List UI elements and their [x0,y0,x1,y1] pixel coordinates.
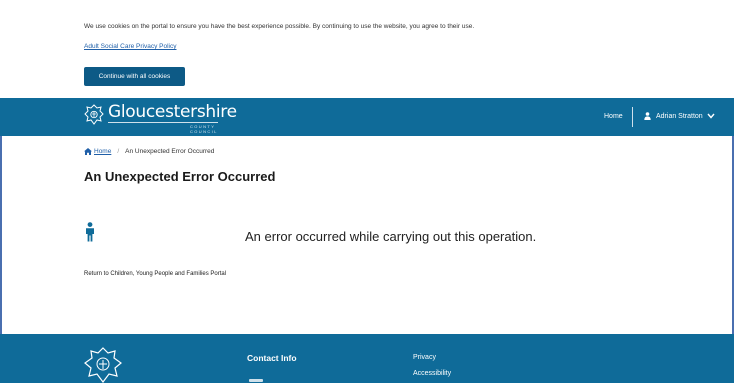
contact-icon [249,379,263,382]
breadcrumb-home-link[interactable]: Home [84,148,111,155]
cookie-banner: We use cookies on the portal to ensure y… [0,0,734,98]
logo-wordmark: Gloucestershire [108,102,237,122]
site-header: Gloucestershire COUNTY COUNCIL [0,98,734,136]
council-crest-icon [84,347,122,383]
breadcrumb-current: An Unexpected Error Occurred [125,148,215,155]
chevron-down-icon [707,113,715,119]
footer-privacy-link[interactable]: Privacy [413,354,436,361]
user-name: Adrian Stratton [656,112,703,120]
contact-info-heading: Contact Info [247,353,297,363]
site-footer: Contact Info Privacy Accessibility [0,334,734,383]
nav-divider [632,107,633,127]
breadcrumb: Home / An Unexpected Error Occurred [84,148,214,155]
footer-accessibility-link[interactable]: Accessibility [413,370,451,377]
cookie-message: We use cookies on the portal to ensure y… [84,23,475,30]
return-to-portal-link[interactable]: Return to Children, Young People and Fam… [84,271,226,277]
logo-rule [108,122,218,123]
page-title: An Unexpected Error Occurred [84,169,276,184]
error-message: An error occurred while carrying out thi… [245,229,537,244]
council-crest-icon [84,104,104,125]
site-logo[interactable]: Gloucestershire COUNTY COUNCIL [84,102,237,134]
person-icon [86,222,94,242]
nav-home-link[interactable]: Home [604,113,623,120]
accept-cookies-button[interactable]: Continue with all cookies [84,67,185,86]
breadcrumb-home-label: Home [94,148,112,155]
logo-subtext: COUNTY COUNCIL [190,124,218,134]
home-icon [84,148,92,155]
privacy-policy-link[interactable]: Adult Social Care Privacy Policy [84,43,176,50]
breadcrumb-separator: / [117,148,120,155]
user-icon [644,112,651,120]
user-menu[interactable]: Adrian Stratton [644,112,715,120]
